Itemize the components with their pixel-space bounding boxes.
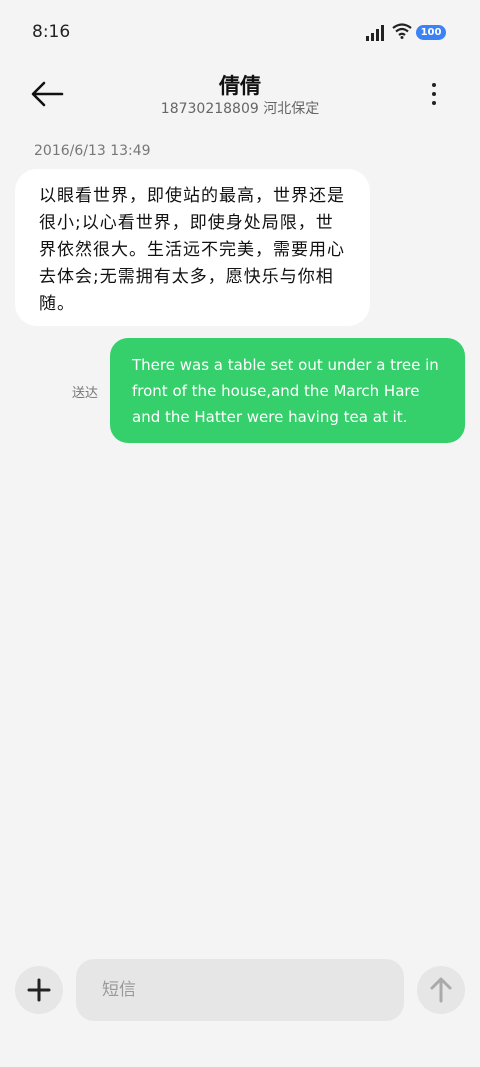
composer-bar [0, 940, 480, 1067]
battery-icon: 100 [416, 25, 446, 40]
arrow-up-icon [430, 977, 452, 1003]
message-timestamp: 2016/6/13 13:49 [34, 143, 151, 159]
delivery-status: 送达 [72, 386, 99, 401]
status-time: 8:16 [32, 22, 71, 42]
add-attachment-button[interactable] [15, 966, 63, 1014]
plus-icon [27, 978, 51, 1002]
conversation-header: 倩倩 18730218809 河北保定 [0, 64, 480, 128]
status-icons: 100 [366, 22, 450, 44]
sms-input[interactable] [76, 959, 404, 1021]
contact-subtitle: 18730218809 河北保定 [160, 101, 320, 117]
more-vertical-icon [422, 83, 446, 105]
contact-name: 倩倩 [219, 74, 261, 98]
wifi-icon [392, 23, 412, 39]
send-button[interactable] [417, 966, 465, 1014]
more-menu-button[interactable] [422, 80, 446, 110]
status-bar: 8:16 100 [0, 0, 480, 64]
signal-icon [366, 25, 384, 41]
incoming-message[interactable]: 以眼看世界，即使站的最高，世界还是很小;以心看世界，即使身处局限，世界依然很大。… [15, 169, 370, 326]
outgoing-message[interactable]: There was a table set out under a tree i… [110, 338, 465, 443]
